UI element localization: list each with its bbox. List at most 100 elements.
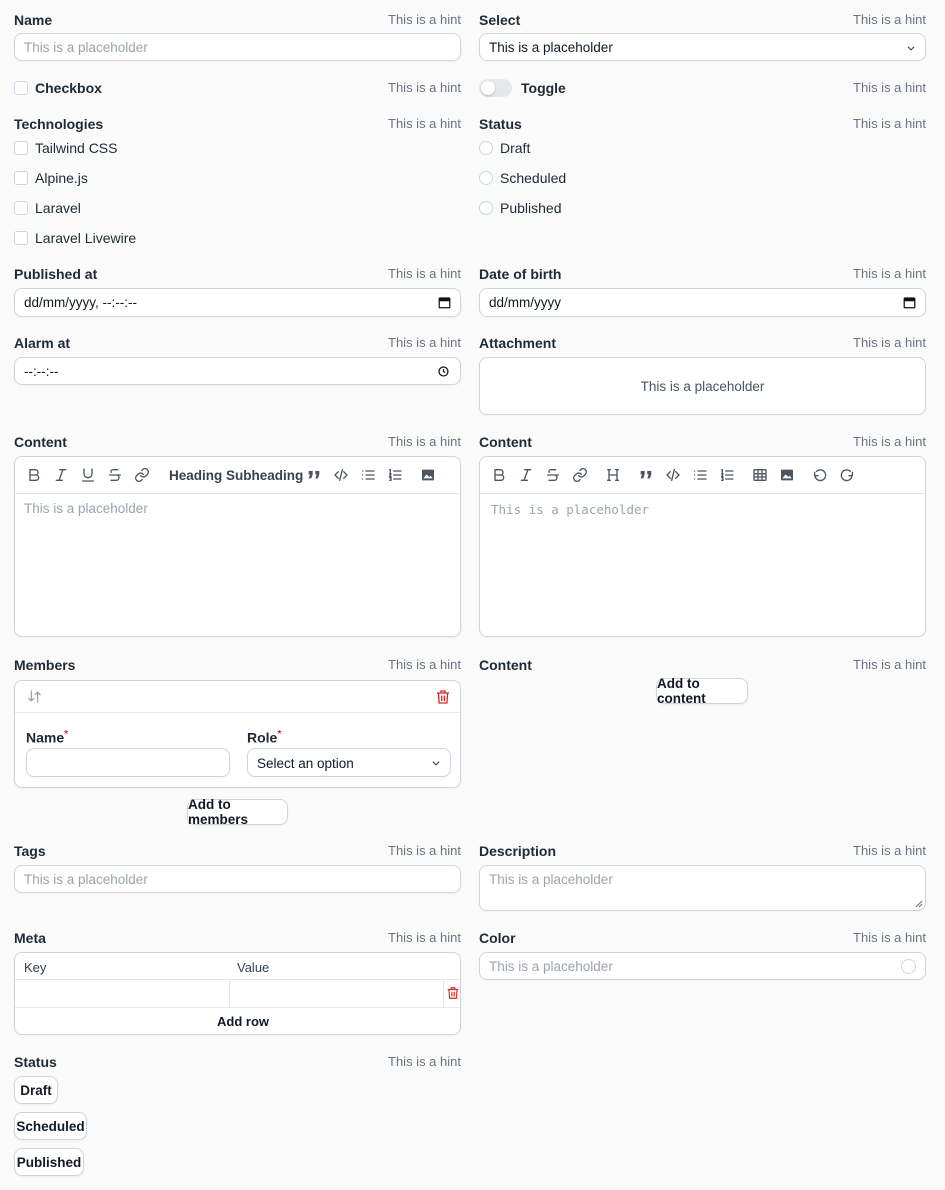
- status-option-button[interactable]: Scheduled: [14, 1112, 87, 1140]
- bold-icon[interactable]: [488, 464, 510, 486]
- tags-input[interactable]: This is a placeholder: [14, 865, 461, 893]
- link-icon[interactable]: [131, 464, 153, 486]
- markdown-editor[interactable]: This is a placeholder: [479, 456, 926, 637]
- status-option-button[interactable]: Draft: [14, 1076, 58, 1104]
- heading-icon[interactable]: [602, 464, 624, 486]
- redo-icon[interactable]: [836, 464, 858, 486]
- attachment-hint: This is a hint: [853, 335, 926, 350]
- italic-icon[interactable]: [515, 464, 537, 486]
- status-buttons-hint: This is a hint: [388, 1054, 461, 1069]
- technology-checkbox[interactable]: [14, 201, 28, 215]
- code-icon[interactable]: [330, 464, 352, 486]
- resize-handle-icon[interactable]: [915, 900, 923, 908]
- delete-row-icon[interactable]: [446, 986, 460, 1000]
- published-at-input[interactable]: dd/mm/yyyy, --:--:--: [14, 288, 461, 317]
- technology-checkbox[interactable]: [14, 171, 28, 185]
- meta-value-input[interactable]: [230, 980, 443, 1007]
- member-name-input[interactable]: [26, 748, 230, 777]
- ordered-list-icon[interactable]: [716, 464, 738, 486]
- calendar-icon[interactable]: [903, 296, 916, 309]
- bold-icon[interactable]: [23, 464, 45, 486]
- image-icon[interactable]: [417, 464, 439, 486]
- select-dropdown[interactable]: This is a placeholder: [479, 33, 926, 61]
- clock-icon[interactable]: [438, 366, 449, 377]
- technology-checkbox[interactable]: [14, 231, 28, 245]
- blockquote-icon[interactable]: [635, 464, 657, 486]
- table-icon[interactable]: [749, 464, 771, 486]
- tags-hint: This is a hint: [388, 843, 461, 858]
- bullet-list-icon[interactable]: [689, 464, 711, 486]
- technologies-hint: This is a hint: [388, 116, 461, 131]
- rich-editor[interactable]: Heading Subheading This is a placeholder: [14, 456, 461, 637]
- published-at-label: Published at: [14, 266, 98, 282]
- reorder-icon[interactable]: [27, 689, 42, 704]
- tags-label: Tags: [14, 843, 46, 859]
- code-icon[interactable]: [662, 464, 684, 486]
- italic-icon[interactable]: [50, 464, 72, 486]
- ordered-list-icon[interactable]: [384, 464, 406, 486]
- meta-table: Key Value Add row: [14, 952, 461, 1035]
- rich-editor-placeholder: This is a placeholder: [24, 501, 148, 516]
- name-input[interactable]: This is a placeholder: [14, 33, 461, 61]
- add-to-members-button[interactable]: Add to members: [187, 797, 288, 827]
- color-placeholder: This is a placeholder: [489, 959, 613, 974]
- image-icon[interactable]: [776, 464, 798, 486]
- meta-col-divider: [443, 980, 444, 1007]
- delete-member-icon[interactable]: [435, 689, 451, 705]
- date-of-birth-input[interactable]: dd/mm/yyyy: [479, 288, 926, 317]
- meta-hint: This is a hint: [388, 930, 461, 945]
- toggle-knob: [481, 81, 495, 95]
- status-option-button[interactable]: Published: [14, 1148, 84, 1176]
- color-swatch[interactable]: [901, 959, 916, 974]
- status-buttons-label: Status: [14, 1054, 57, 1070]
- strikethrough-icon[interactable]: [104, 464, 126, 486]
- technology-option: Laravel Livewire: [35, 230, 137, 246]
- select-label: Select: [479, 12, 521, 28]
- status-radio-option: Draft: [500, 140, 531, 156]
- description-label: Description: [479, 843, 557, 859]
- meta-key-header: Key: [24, 960, 47, 975]
- toggle-switch[interactable]: [479, 79, 512, 97]
- status-radio[interactable]: [479, 171, 493, 185]
- status-radio-label: Status: [479, 116, 522, 132]
- heading-button[interactable]: Heading: [169, 468, 222, 484]
- markdown-editor-label: Content: [479, 434, 532, 450]
- members-hint: This is a hint: [388, 657, 461, 672]
- add-row-button[interactable]: Add row: [217, 1014, 269, 1030]
- attachment-text: This is a placeholder: [640, 379, 765, 394]
- toolbar-divider: [15, 493, 460, 494]
- color-hint: This is a hint: [853, 930, 926, 945]
- builder-label: Content: [479, 657, 532, 673]
- status-radio-hint: This is a hint: [853, 116, 926, 131]
- alarm-at-label: Alarm at: [14, 335, 71, 351]
- attachment-dropzone[interactable]: This is a placeholder: [479, 357, 926, 415]
- date-of-birth-hint: This is a hint: [853, 266, 926, 281]
- add-to-content-button[interactable]: Add to content: [656, 676, 748, 706]
- technology-option: Laravel: [35, 200, 81, 216]
- undo-icon[interactable]: [809, 464, 831, 486]
- status-radio[interactable]: [479, 141, 493, 155]
- color-input[interactable]: This is a placeholder: [479, 952, 926, 980]
- date-of-birth-value: dd/mm/yyyy: [489, 295, 562, 310]
- name-placeholder: This is a placeholder: [24, 40, 148, 55]
- strikethrough-icon[interactable]: [542, 464, 564, 486]
- blockquote-icon[interactable]: [303, 464, 325, 486]
- description-hint: This is a hint: [853, 843, 926, 858]
- meta-key-input[interactable]: [15, 980, 229, 1007]
- description-textarea[interactable]: This is a placeholder: [479, 865, 926, 911]
- checkbox[interactable]: [14, 81, 28, 95]
- link-icon[interactable]: [569, 464, 591, 486]
- calendar-icon[interactable]: [438, 296, 451, 309]
- status-radio[interactable]: [479, 201, 493, 215]
- date-of-birth-label: Date of birth: [479, 266, 562, 282]
- technology-checkbox[interactable]: [14, 141, 28, 155]
- technologies-label: Technologies: [14, 116, 104, 132]
- status-radio-option: Scheduled: [500, 170, 567, 186]
- checkbox-label: Checkbox: [35, 80, 102, 96]
- alarm-at-input[interactable]: --:--:--: [14, 357, 461, 385]
- bullet-list-icon[interactable]: [357, 464, 379, 486]
- tags-placeholder: This is a placeholder: [24, 872, 148, 887]
- member-role-select[interactable]: Select an option: [247, 748, 451, 777]
- subheading-button[interactable]: Subheading: [226, 468, 303, 484]
- underline-icon[interactable]: [77, 464, 99, 486]
